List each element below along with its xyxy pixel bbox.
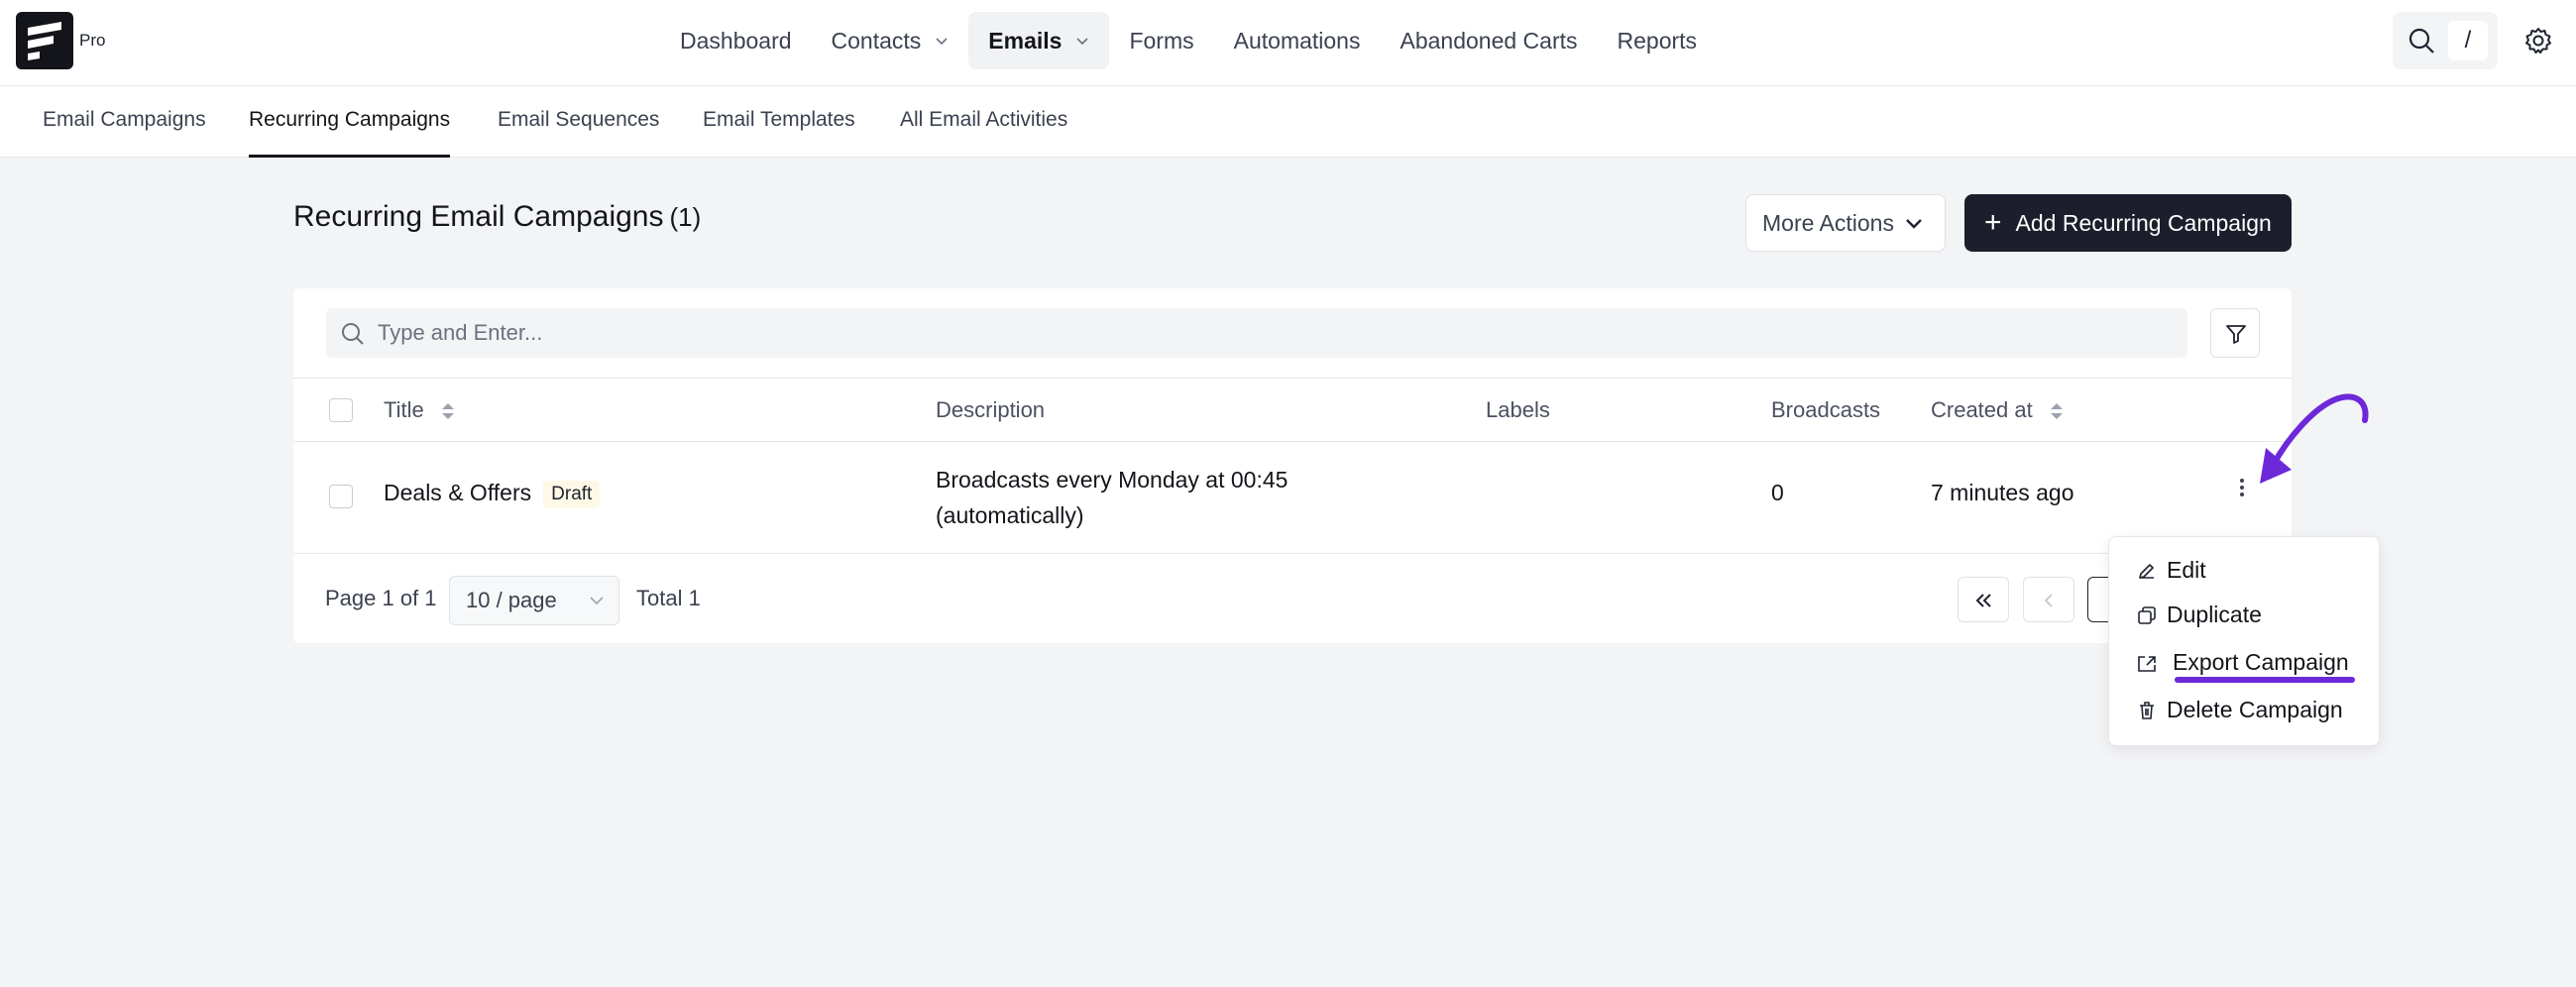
tab-email-campaigns[interactable]: Email Campaigns bbox=[43, 86, 206, 158]
nav-forms[interactable]: Forms bbox=[1109, 12, 1213, 69]
row-actions-menu: Edit Duplicate Export Campaign Delete Ca… bbox=[2108, 536, 2380, 746]
per-page-value: 10 / page bbox=[466, 588, 557, 612]
plus-icon: + bbox=[1984, 206, 2002, 239]
page-info: Page 1 of 1 bbox=[325, 586, 437, 610]
plan-tier-label: Pro bbox=[79, 31, 106, 50]
column-header-broadcasts: Broadcasts bbox=[1771, 397, 1881, 422]
copy-icon bbox=[2138, 606, 2156, 624]
main-nav: Dashboard Contacts Emails Forms Automati… bbox=[660, 12, 1717, 69]
column-header-created-at[interactable]: Created at bbox=[1931, 379, 2065, 442]
menu-item-duplicate-label: Duplicate bbox=[2167, 602, 2262, 627]
nav-emails[interactable]: Emails bbox=[968, 12, 1110, 69]
page-title-text: Recurring Email Campaigns bbox=[293, 200, 664, 233]
filter-button[interactable] bbox=[2210, 308, 2260, 358]
sort-icon bbox=[441, 403, 454, 420]
menu-item-duplicate[interactable]: Duplicate bbox=[2137, 597, 2262, 632]
add-recurring-campaign-label: Add Recurring Campaign bbox=[2015, 209, 2272, 236]
chevron-down-icon bbox=[590, 597, 604, 605]
nav-automations-label: Automations bbox=[1233, 27, 1361, 54]
status-badge: Draft bbox=[543, 480, 601, 508]
campaign-broadcasts: 0 bbox=[1771, 480, 1784, 505]
first-page-button[interactable] bbox=[1958, 577, 2009, 622]
tab-email-sequences[interactable]: Email Sequences bbox=[498, 86, 659, 158]
description-line-2: (automatically) bbox=[936, 502, 1084, 528]
chevron-down-icon bbox=[936, 38, 948, 46]
prev-page-button[interactable] bbox=[2023, 577, 2074, 622]
nav-dashboard-label: Dashboard bbox=[680, 27, 792, 54]
campaign-title[interactable]: Deals & Offers bbox=[384, 480, 531, 505]
pointer-arrow-icon bbox=[2260, 393, 2369, 484]
chevron-down-icon bbox=[1076, 38, 1089, 46]
filter-icon bbox=[2226, 325, 2246, 344]
trash-icon bbox=[2140, 702, 2154, 719]
campaigns-table-card: Title Description Labels Broadcasts Crea… bbox=[293, 288, 2292, 643]
campaign-title-cell: Deals & Offers Draft bbox=[384, 480, 601, 508]
double-chevron-left-icon bbox=[1975, 594, 1991, 607]
gear-icon[interactable] bbox=[2523, 26, 2553, 55]
row-checkbox[interactable] bbox=[329, 485, 353, 508]
campaign-count: (1) bbox=[669, 202, 702, 232]
column-header-description: Description bbox=[936, 397, 1046, 422]
menu-item-delete-campaign[interactable]: Delete Campaign bbox=[2137, 692, 2343, 727]
campaign-created-at: 7 minutes ago bbox=[1931, 480, 2074, 505]
nav-forms-label: Forms bbox=[1129, 27, 1194, 54]
search-icon bbox=[342, 323, 364, 345]
sort-icon bbox=[2050, 403, 2063, 420]
highlight-underline bbox=[2175, 677, 2355, 683]
more-actions-label: More Actions bbox=[1762, 209, 1894, 236]
more-actions-button[interactable]: More Actions bbox=[1745, 194, 1946, 252]
search-input[interactable] bbox=[378, 308, 2162, 358]
column-header-title-label: Title bbox=[384, 397, 424, 422]
column-header-created-at-label: Created at bbox=[1931, 397, 2033, 422]
table-header: Title Description Labels Broadcasts Crea… bbox=[293, 378, 2292, 442]
app-logo[interactable] bbox=[16, 12, 73, 69]
tab-email-templates[interactable]: Email Templates bbox=[703, 86, 855, 158]
pencil-icon bbox=[2139, 564, 2154, 579]
campaign-search bbox=[326, 308, 2187, 358]
nav-contacts-label: Contacts bbox=[831, 27, 922, 54]
email-subnav: Email Campaigns Recurring Campaigns Emai… bbox=[0, 86, 2576, 158]
nav-contacts[interactable]: Contacts bbox=[812, 12, 969, 69]
chevron-down-icon bbox=[1906, 219, 1922, 229]
search-shortcut-key: / bbox=[2448, 21, 2488, 60]
search-icon bbox=[2408, 28, 2434, 54]
campaign-description: Broadcasts every Monday at 00:45 (automa… bbox=[936, 462, 1288, 533]
tab-recurring-campaigns[interactable]: Recurring Campaigns bbox=[249, 86, 451, 158]
nav-abandoned-carts-label: Abandoned Carts bbox=[1400, 27, 1578, 54]
nav-dashboard[interactable]: Dashboard bbox=[660, 12, 812, 69]
chevron-left-icon bbox=[2044, 594, 2053, 607]
global-search-button[interactable]: / bbox=[2393, 12, 2498, 69]
export-icon bbox=[2138, 656, 2156, 672]
menu-item-export-campaign[interactable]: Export Campaign bbox=[2137, 644, 2349, 680]
menu-item-edit[interactable]: Edit bbox=[2137, 552, 2206, 588]
tab-all-email-activities[interactable]: All Email Activities bbox=[900, 86, 1067, 158]
nav-automations[interactable]: Automations bbox=[1214, 12, 1381, 69]
top-navigation-bar: Pro Dashboard Contacts Emails Forms Auto… bbox=[0, 0, 2576, 86]
page-title: Recurring Email Campaigns (1) bbox=[293, 200, 701, 234]
menu-item-export-campaign-label: Export Campaign bbox=[2173, 649, 2349, 675]
nav-emails-label: Emails bbox=[988, 27, 1063, 54]
total-count: Total 1 bbox=[636, 586, 701, 610]
select-all-checkbox[interactable] bbox=[329, 398, 353, 422]
menu-item-edit-label: Edit bbox=[2167, 557, 2206, 583]
column-header-labels: Labels bbox=[1486, 397, 1550, 422]
pagination: Page 1 of 1 10 / page Total 1 bbox=[293, 554, 2292, 643]
nav-abandoned-carts[interactable]: Abandoned Carts bbox=[1380, 12, 1597, 69]
per-page-select[interactable]: 10 / page bbox=[449, 576, 619, 625]
description-line-1: Broadcasts every Monday at 00:45 bbox=[936, 467, 1288, 493]
table-row[interactable]: Deals & Offers Draft Broadcasts every Mon… bbox=[293, 442, 2292, 554]
menu-item-delete-campaign-label: Delete Campaign bbox=[2167, 697, 2343, 722]
add-recurring-campaign-button[interactable]: + Add Recurring Campaign bbox=[1964, 194, 2292, 252]
column-header-title[interactable]: Title bbox=[384, 379, 456, 442]
nav-reports[interactable]: Reports bbox=[1598, 12, 1718, 69]
logo-mark-icon bbox=[28, 22, 61, 60]
nav-reports-label: Reports bbox=[1617, 27, 1698, 54]
